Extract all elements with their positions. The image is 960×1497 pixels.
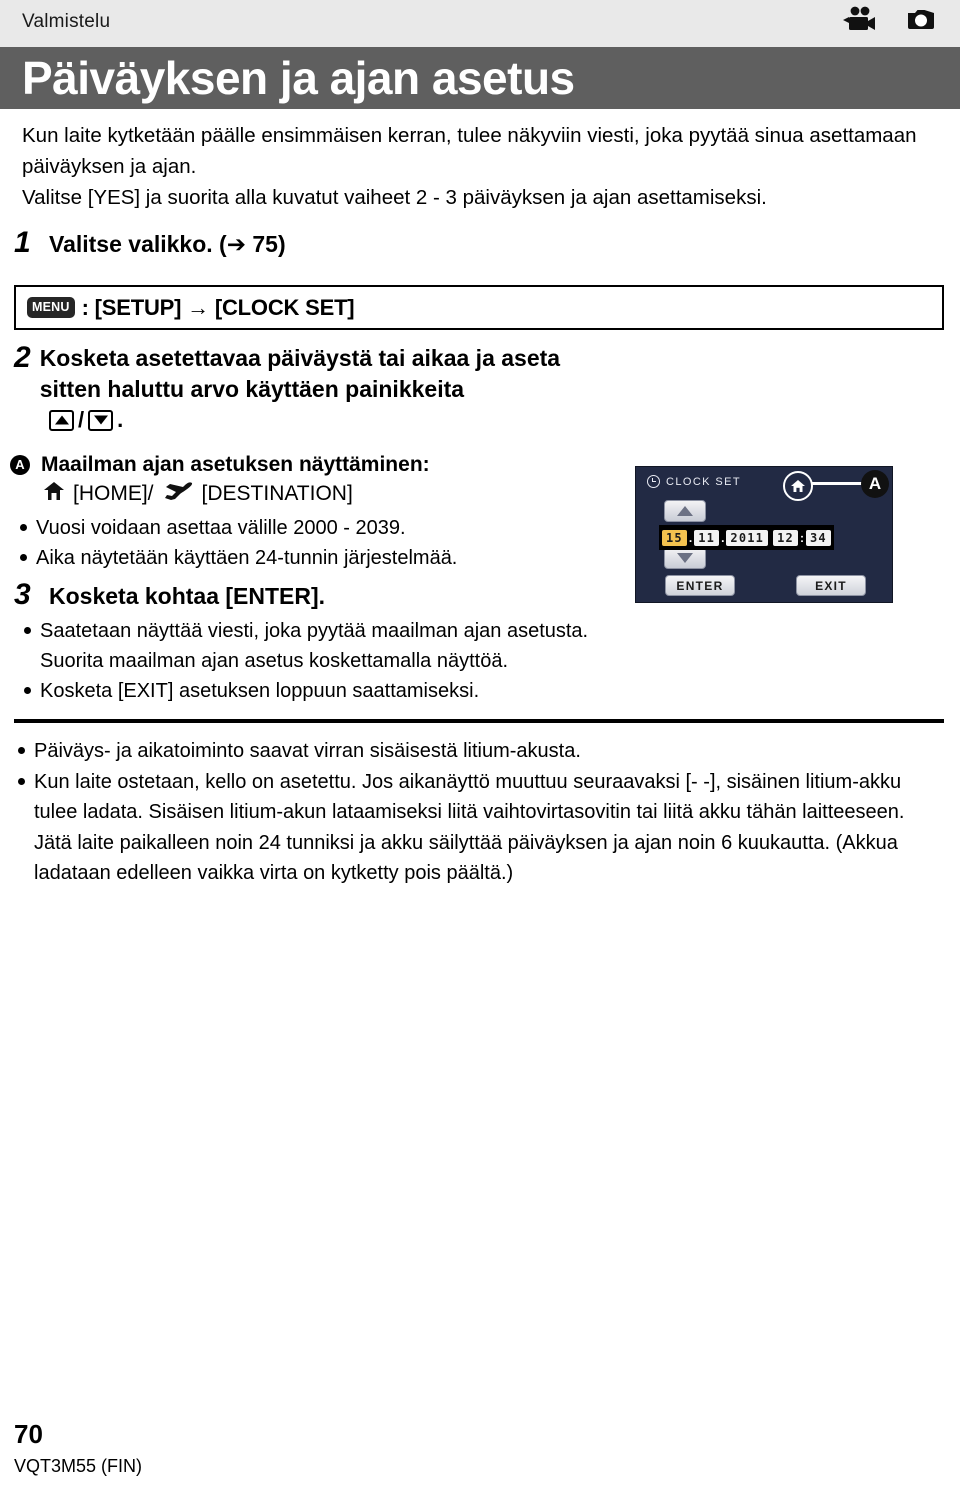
lcd-minute-field[interactable]: 34 [805,529,831,546]
step-2: 2 Kosketa asetettavaa päiväystä tai aika… [14,343,624,433]
list-item: Kosketa [EXIT] asetuksen loppuun saattam… [24,676,624,706]
clock-icon [647,475,660,488]
destination-label: [DESTINATION] [201,482,353,505]
bullet-dot [18,777,25,785]
step-2-title: Kosketa asetettavaa päiväystä tai aikaa … [39,345,561,402]
date-separator-1: . [688,530,693,545]
lcd-down-arrow-button[interactable] [664,547,706,569]
movie-camera-icon [842,6,876,38]
down-arrow-key-icon [88,409,114,431]
key-separator: / [78,407,85,432]
key-period: . [117,407,124,432]
chapter-header-strip: Valmistelu [0,0,960,47]
chapter-label: Valmistelu [22,11,111,32]
section-a-bullets: Vuosi voidaan asettaa välille 2000 - 203… [10,513,625,573]
callout-marker-a: A [861,470,889,498]
time-separator: : [799,530,804,545]
list-item-text: Kosketa [EXIT] asetuksen loppuun saattam… [40,680,480,702]
section-divider [14,719,944,723]
list-item: Saatetaan näyttää viesti, joka pyytää ma… [24,616,624,676]
step-3-bullets: Saatetaan näyttää viesti, joka pyytää ma… [14,616,624,706]
lcd-home-button[interactable] [783,471,813,501]
menu-path-text: : [SETUP] → [CLOCK SET] [81,294,355,320]
step-3: 3 Kosketa kohtaa [ENTER]. Saatetaan näyt… [14,580,624,706]
lcd-year-field[interactable]: 2011 [726,529,769,546]
document-code: VQT3M55 (FIN) [14,1456,143,1476]
lcd-exit-button[interactable]: EXIT [796,575,866,596]
lcd-month-field[interactable]: 11 [694,529,720,546]
intro-line-2: Valitse [YES] ja suorita alla kuvatut va… [22,186,767,209]
callout-marker-a: A [10,455,30,475]
header-mode-icons [842,6,938,38]
list-item-text: Päiväys- ja aikatoiminto saavat virran s… [34,740,581,762]
list-item-text: Aika näytetään käyttäen 24-tunnin järjes… [36,547,458,569]
step-1-number: 1 [14,226,31,259]
airplane-icon [162,481,194,507]
step-1-title: Valitse valikko. (➔ 75) [49,231,286,257]
bullet-dot [24,627,31,634]
lcd-datetime-bar: 15 . 11 . 2011 12 : 34 [659,525,834,550]
step-2-key-glyphs: / . [49,407,624,433]
list-item: Päiväys- ja aikatoiminto saavat virran s… [18,736,944,767]
intro-text: Kun laite kytketään päälle ensimmäisen k… [22,120,922,213]
home-icon [791,480,805,492]
footnotes: Päiväys- ja aikatoiminto saavat virran s… [14,736,944,889]
section-a: A Maailman ajan asetuksen näyttäminen: [… [10,453,625,573]
page-title: Päiväyksen ja ajan asetus [22,52,575,104]
list-item-text: Kun laite ostetaan, kello on asetettu. J… [34,770,905,885]
lcd-up-arrow-button[interactable] [664,500,706,522]
list-item: Aika näytetään käyttäen 24-tunnin järjes… [20,543,625,573]
up-arrow-key-icon [49,409,74,431]
step-2-number: 2 [14,341,31,374]
bullet-dot [20,524,27,531]
menu-path-box: MENU : [SETUP] → [CLOCK SET] [14,285,944,330]
list-item-text: Vuosi voidaan asettaa välille 2000 - 203… [36,517,406,539]
lcd-hour-field[interactable]: 12 [773,529,798,546]
date-separator-2: . [721,530,725,545]
lcd-screen-title: CLOCK SET [666,475,741,488]
step-3-number: 3 [14,578,31,611]
home-icon [43,481,65,507]
page-number: 70 [14,1419,43,1449]
menu-button-icon: MENU [27,297,75,318]
home-label: [HOME]/ [73,482,154,505]
lcd-screen-title-row: CLOCK SET [647,475,741,488]
list-item: Vuosi voidaan asettaa välille 2000 - 203… [20,513,625,543]
bullet-dot [20,554,27,561]
intro-line-1: Kun laite kytketään päälle ensimmäisen k… [22,124,917,178]
step-3-title: Kosketa kohtaa [ENTER]. [49,583,326,609]
bullet-dot [24,687,31,694]
home-callout: A [783,469,893,501]
bullet-dot [18,747,25,754]
still-camera-icon [904,6,938,38]
lcd-day-field[interactable]: 15 [662,529,687,546]
manual-page: Valmistelu Päiväyksen ja ajan asetus Kun… [0,0,960,1497]
step-1: 1 Valitse valikko. (➔ 75) [14,228,286,259]
section-a-heading: Maailman ajan asetuksen näyttäminen: [41,453,430,476]
list-item: Kun laite ostetaan, kello on asetettu. J… [18,767,944,889]
lcd-illustration: CLOCK SET 15 . 11 . 2011 12 : 34 ENTER E… [635,466,893,603]
page-title-bar: Päiväyksen ja ajan asetus [0,47,960,109]
lcd-enter-button[interactable]: ENTER [665,575,735,596]
list-item-text: Saatetaan näyttää viesti, joka pyytää ma… [40,620,589,672]
callout-leader-line [807,482,863,485]
home-destination-line: [HOME]/ [DESTINATION] [43,481,625,507]
